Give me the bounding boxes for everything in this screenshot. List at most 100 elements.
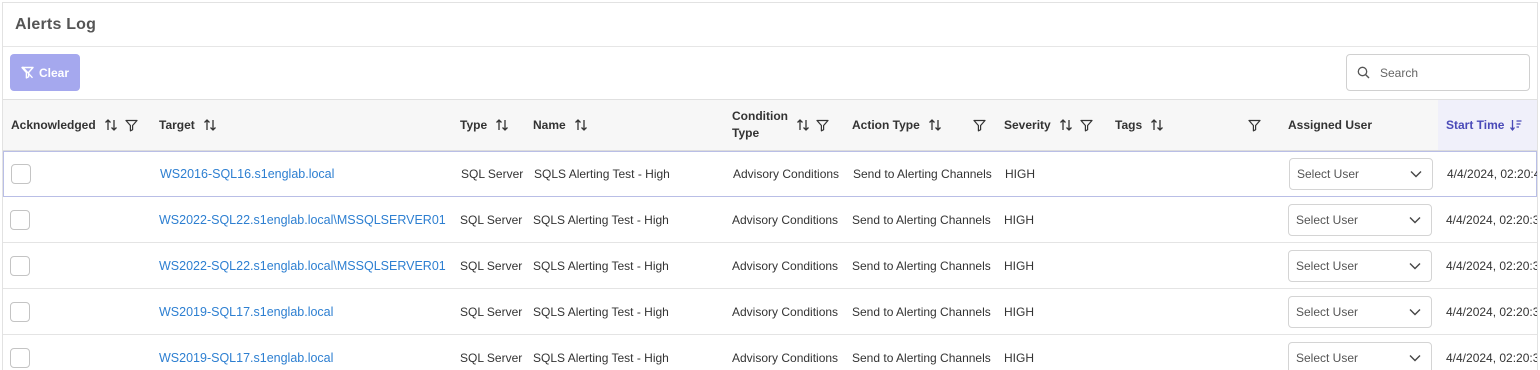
- column-label: Severity: [1004, 118, 1051, 132]
- sort-icon[interactable]: [495, 118, 509, 132]
- assigned-user-value: Select User: [1297, 167, 1360, 181]
- condition-type-cell: Advisory Conditions: [732, 258, 839, 273]
- sort-icon[interactable]: [796, 118, 810, 132]
- assigned-user-select[interactable]: Select User: [1288, 341, 1432, 370]
- assigned-user-value: Select User: [1296, 304, 1359, 319]
- target-link[interactable]: WS2019-SQL17.s1englab.local: [159, 305, 333, 319]
- sort-icon[interactable]: [928, 118, 942, 132]
- start-time-cell: 4/4/2024, 02:20:4: [1447, 167, 1538, 181]
- name-cell: SQLS Alerting Test - High: [533, 258, 669, 273]
- search-box[interactable]: [1346, 54, 1530, 91]
- sort-icon[interactable]: [1150, 118, 1164, 132]
- table-row[interactable]: WS2022-SQL22.s1englab.local\MSSQLSERVER0…: [3, 197, 1537, 243]
- column-label: Acknowledged: [11, 118, 96, 132]
- start-time-cell: 4/4/2024, 02:20:3: [1446, 304, 1538, 319]
- assigned-user-select[interactable]: Select User: [1289, 158, 1433, 190]
- acknowledged-cell: [10, 335, 30, 370]
- column-header-assigned-user[interactable]: Assigned User: [1280, 100, 1438, 150]
- column-label: Condition Type: [732, 109, 788, 140]
- target-link[interactable]: WS2022-SQL22.s1englab.local\MSSQLSERVER0…: [159, 213, 446, 227]
- filter-icon[interactable]: [1080, 119, 1093, 132]
- acknowledged-cell: [11, 152, 31, 196]
- search-input[interactable]: [1380, 65, 1510, 80]
- type-cell: SQL Server: [460, 212, 523, 227]
- acknowledged-cell: [10, 289, 30, 334]
- chevron-down-icon: [1409, 354, 1421, 362]
- table-row[interactable]: WS2022-SQL22.s1englab.local\MSSQLSERVER0…: [3, 243, 1537, 289]
- toolbar: Clear: [3, 47, 1537, 100]
- acknowledge-checkbox[interactable]: [10, 347, 30, 368]
- start-time-cell: 4/4/2024, 02:20:3: [1446, 212, 1538, 227]
- acknowledged-cell: [10, 243, 30, 288]
- target-link[interactable]: WS2019-SQL17.s1englab.local: [159, 351, 333, 365]
- column-label: Tags: [1115, 118, 1143, 132]
- action-type-cell: Send to Alerting Channels: [852, 304, 991, 319]
- alerts-log-panel: Alerts Log Clear Acknowledged Target: [2, 2, 1538, 370]
- type-cell: SQL Server: [460, 304, 523, 319]
- column-label: Name: [533, 118, 566, 132]
- table-row[interactable]: WS2019-SQL17.s1englab.local SQL Server S…: [3, 335, 1537, 370]
- target-link[interactable]: WS2016-SQL16.s1englab.local: [160, 167, 334, 181]
- sort-descending-icon[interactable]: [1509, 118, 1523, 132]
- sort-icon[interactable]: [1059, 118, 1073, 132]
- table-body: WS2016-SQL16.s1englab.local SQL Server S…: [3, 151, 1537, 370]
- assigned-user-cell: Select User: [1288, 289, 1432, 334]
- name-cell: SQLS Alerting Test - High: [534, 167, 670, 181]
- assigned-user-value: Select User: [1296, 258, 1359, 273]
- table-header: Acknowledged Target Type Name Condition …: [3, 100, 1537, 151]
- assigned-user-cell: Select User: [1288, 335, 1432, 370]
- filter-icon[interactable]: [125, 119, 138, 132]
- panel-header: Alerts Log: [3, 3, 1537, 47]
- chevron-down-icon: [1409, 262, 1421, 270]
- target-link[interactable]: WS2022-SQL22.s1englab.local\MSSQLSERVER0…: [159, 259, 446, 273]
- severity-cell: HIGH: [1004, 350, 1034, 365]
- condition-type-cell: Advisory Conditions: [733, 167, 840, 181]
- name-cell: SQLS Alerting Test - High: [533, 350, 669, 365]
- column-header-severity[interactable]: Severity: [996, 100, 1107, 150]
- filter-clear-icon: [21, 66, 34, 79]
- acknowledge-checkbox[interactable]: [10, 255, 30, 276]
- target-cell: WS2022-SQL22.s1englab.local\MSSQLSERVER0…: [159, 243, 446, 288]
- acknowledge-checkbox[interactable]: [11, 164, 31, 184]
- action-type-cell: Send to Alerting Channels: [853, 167, 992, 181]
- column-header-target[interactable]: Target: [151, 100, 452, 150]
- acknowledge-checkbox[interactable]: [10, 301, 30, 322]
- filter-icon[interactable]: [1248, 119, 1261, 132]
- page-title: Alerts Log: [15, 16, 97, 33]
- clear-filters-button[interactable]: Clear: [10, 54, 80, 91]
- clear-button-label: Clear: [38, 65, 70, 80]
- assigned-user-select[interactable]: Select User: [1288, 249, 1432, 282]
- assigned-user-select[interactable]: Select User: [1288, 203, 1432, 236]
- action-type-cell: Send to Alerting Channels: [852, 350, 991, 365]
- assigned-user-cell: Select User: [1289, 152, 1433, 196]
- severity-cell: HIGH: [1004, 258, 1034, 273]
- column-header-start-time[interactable]: Start Time: [1438, 100, 1537, 150]
- condition-type-cell: Advisory Conditions: [732, 212, 839, 227]
- column-header-condition-type[interactable]: Condition Type: [724, 100, 844, 150]
- assigned-user-select[interactable]: Select User: [1288, 295, 1432, 328]
- filter-icon[interactable]: [816, 119, 829, 132]
- sort-icon[interactable]: [203, 118, 217, 132]
- column-header-tags[interactable]: Tags: [1107, 100, 1267, 150]
- chevron-down-icon: [1409, 308, 1421, 316]
- column-header-name[interactable]: Name: [525, 100, 724, 150]
- sort-icon[interactable]: [574, 118, 588, 132]
- column-label: Start Time: [1446, 118, 1505, 132]
- type-cell: SQL Server: [460, 258, 523, 273]
- column-label: Target: [159, 118, 195, 132]
- column-header-acknowledged[interactable]: Acknowledged: [3, 100, 151, 150]
- sort-icon[interactable]: [104, 118, 118, 132]
- target-cell: WS2022-SQL22.s1englab.local\MSSQLSERVER0…: [159, 197, 446, 242]
- start-time-cell: 4/4/2024, 02:20:3: [1446, 258, 1538, 273]
- column-header-type[interactable]: Type: [452, 100, 525, 150]
- condition-type-cell: Advisory Conditions: [732, 350, 839, 365]
- type-cell: SQL Server: [461, 167, 524, 181]
- chevron-down-icon: [1410, 170, 1422, 178]
- column-header-action-type[interactable]: Action Type: [844, 100, 996, 150]
- column-label: Action Type: [852, 118, 920, 132]
- table-row[interactable]: WS2016-SQL16.s1englab.local SQL Server S…: [3, 151, 1537, 197]
- filter-icon[interactable]: [973, 119, 986, 132]
- acknowledge-checkbox[interactable]: [10, 209, 30, 230]
- table-row[interactable]: WS2019-SQL17.s1englab.local SQL Server S…: [3, 289, 1537, 335]
- action-type-cell: Send to Alerting Channels: [852, 258, 991, 273]
